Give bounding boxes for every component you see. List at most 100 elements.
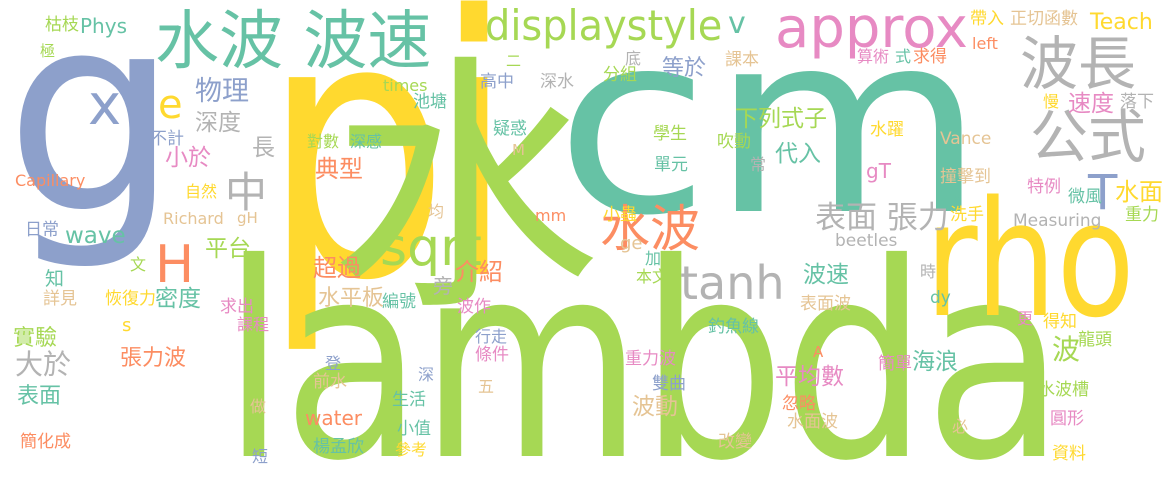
- word-cloud-word: 龍頭: [1078, 329, 1112, 350]
- word-cloud-word: 洗手: [950, 204, 984, 225]
- word-cloud-word: 知: [45, 268, 65, 291]
- word-cloud-word: 撞擊到: [940, 166, 991, 187]
- word-cloud-word: 學生: [653, 123, 687, 144]
- word-cloud-word: 下列式子: [735, 106, 827, 133]
- word-cloud-word: 波動: [632, 394, 678, 421]
- word-cloud-word: water: [305, 405, 362, 430]
- word-cloud-word: 做: [250, 396, 267, 416]
- word-cloud-word: 波: [1052, 332, 1081, 366]
- word-cloud: g pi 水 cm lambda rho 水波 波速 displaystyle v approx 波…: [0, 0, 1175, 482]
- word-cloud-word: 波速: [803, 262, 849, 289]
- word-cloud-word: Measuring: [1013, 211, 1102, 231]
- word-cloud-word: 實驗: [13, 326, 58, 352]
- word-cloud-word: 忽略: [782, 393, 816, 414]
- word-cloud-word: 密度: [155, 286, 201, 313]
- word-cloud-word: 水平板: [318, 286, 385, 312]
- word-cloud-word: 落下: [1120, 91, 1154, 112]
- word-cloud-word: 得知: [1043, 311, 1077, 332]
- word-cloud-word: wave: [65, 223, 126, 250]
- word-cloud-word: 登: [325, 353, 342, 373]
- word-cloud-word: 小於: [165, 145, 211, 172]
- word-cloud-word: 算術: [857, 46, 890, 66]
- word-cloud-word: 文: [130, 254, 147, 274]
- word-cloud-word: x: [88, 73, 122, 139]
- word-cloud-word: 五: [478, 376, 495, 396]
- word-cloud-word: 重力波: [625, 348, 676, 369]
- word-cloud-word: 表面: [17, 384, 62, 410]
- word-cloud-word: 長: [252, 135, 275, 162]
- word-cloud-word: 等於: [662, 56, 707, 82]
- word-cloud-word: 課程: [237, 314, 270, 334]
- word-cloud-word: 張力波: [120, 346, 187, 372]
- word-cloud-word: mm: [535, 206, 567, 226]
- word-cloud-word: 旁: [433, 274, 453, 299]
- word-cloud-word: 水躍: [870, 119, 904, 140]
- word-cloud-word: Teach: [1090, 10, 1153, 36]
- word-cloud-word: 求得: [913, 46, 947, 67]
- word-cloud-word: 資料: [1052, 443, 1086, 464]
- word-cloud-word: 水面: [1115, 178, 1163, 207]
- word-cloud-word: gT: [866, 158, 891, 183]
- word-cloud-word: 枯枝: [45, 14, 79, 35]
- word-cloud-word: 帶入: [970, 8, 1004, 29]
- word-cloud-word: 短: [252, 446, 269, 466]
- word-cloud-word: 二: [506, 51, 522, 70]
- word-cloud-word: 波長: [1020, 30, 1137, 99]
- word-cloud-word: e: [158, 82, 183, 128]
- word-cloud-word: 恢復力: [105, 288, 156, 309]
- word-cloud-word: beetles: [835, 231, 898, 251]
- word-cloud-word: 前水: [313, 371, 347, 392]
- word-cloud-word: Phys: [80, 13, 127, 38]
- word-cloud-word: 正切函數: [1010, 8, 1078, 29]
- word-cloud-word: 平均數: [775, 364, 844, 391]
- word-cloud-word: 重力: [1125, 204, 1159, 225]
- word-cloud-word: 2x: [940, 185, 963, 207]
- word-cloud-word: 深度: [195, 110, 241, 137]
- word-cloud-word: 參考: [395, 439, 428, 459]
- word-cloud-word: 吹動: [717, 131, 751, 152]
- word-cloud-word: 釣魚線: [708, 316, 759, 337]
- word-cloud-word: 必: [952, 416, 969, 436]
- word-cloud-word: 海浪: [912, 349, 958, 376]
- word-cloud-word: 生活: [392, 389, 426, 410]
- word-cloud-word: 簡單: [878, 353, 912, 374]
- word-cloud-word: 常: [750, 154, 767, 174]
- word-cloud-word: 式: [895, 46, 912, 66]
- word-cloud-word: displaystyle: [485, 1, 723, 51]
- word-cloud-word: 慢: [1043, 91, 1060, 111]
- word-cloud-word: 簡化成: [20, 431, 71, 452]
- word-cloud-word: 中: [225, 167, 268, 217]
- word-cloud-word: 加: [645, 248, 662, 268]
- word-cloud-word: Capillary: [15, 171, 86, 191]
- word-cloud-word: 編號: [382, 291, 416, 312]
- word-cloud-word: 對數: [307, 131, 340, 151]
- word-cloud-word: A: [813, 343, 824, 362]
- word-cloud-word: 楊孟欣: [313, 436, 364, 457]
- word-cloud-word: 更: [1017, 308, 1034, 328]
- word-cloud-word: 表面波: [800, 293, 851, 314]
- word-cloud-word: Vance: [940, 129, 992, 149]
- word-cloud-word: 本文: [636, 266, 669, 286]
- word-cloud-word: 極: [40, 41, 56, 60]
- word-cloud-word: 水波槽: [1038, 379, 1089, 400]
- word-cloud-word: 分組: [603, 64, 637, 85]
- word-cloud-word: 條件: [475, 344, 509, 365]
- word-cloud-word: 自然: [185, 181, 218, 201]
- word-cloud-word: 水波 波速: [155, 4, 432, 79]
- word-cloud-word: 高中: [480, 71, 514, 92]
- word-cloud-word: 物理: [195, 75, 249, 107]
- word-cloud-word: v: [728, 6, 746, 41]
- word-cloud-word: 波作: [457, 296, 491, 317]
- word-cloud-word: 深感: [350, 131, 383, 151]
- word-cloud-word: 課本: [725, 49, 759, 70]
- word-cloud-word: 水面波: [787, 411, 838, 432]
- word-cloud-word: 不計: [150, 128, 184, 149]
- word-cloud-word: s: [122, 314, 132, 336]
- word-cloud-word: 典型: [315, 155, 363, 184]
- word-cloud-word: 池塘: [413, 91, 447, 112]
- word-cloud-word: 大於: [15, 347, 72, 381]
- word-cloud-word: 表面 張力: [815, 199, 949, 236]
- word-cloud-word: 速度: [1068, 91, 1114, 118]
- word-cloud-word: left: [972, 34, 998, 54]
- word-cloud-word: 雙曲: [652, 373, 686, 394]
